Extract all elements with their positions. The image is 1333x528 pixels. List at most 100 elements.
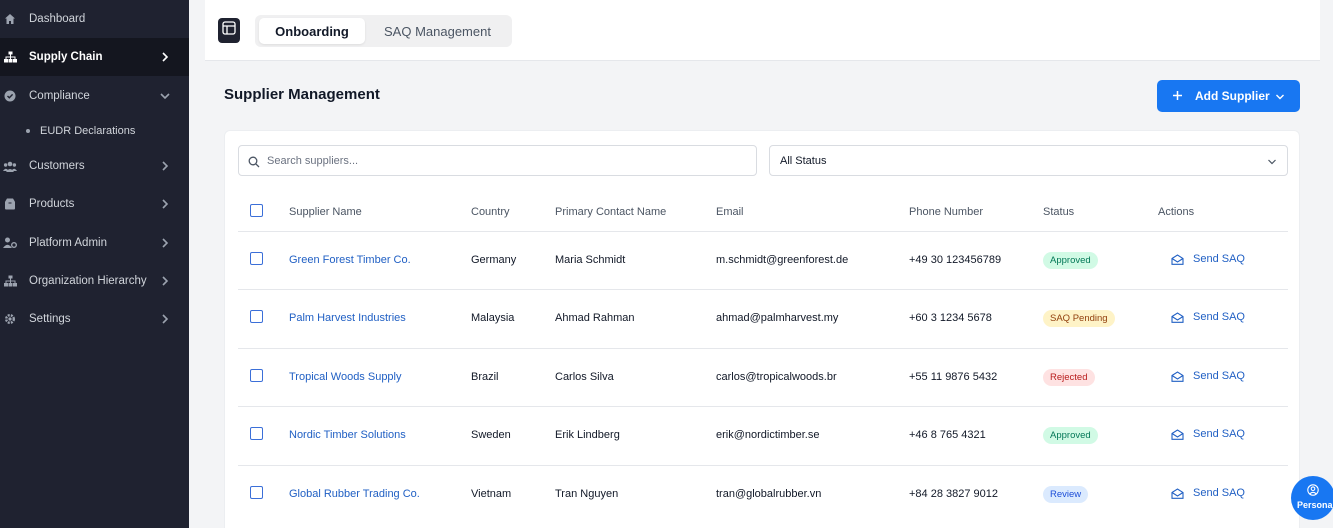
envelope-open-icon — [1171, 370, 1184, 382]
add-supplier-button[interactable]: Add Supplier — [1157, 80, 1300, 112]
chevron-right-icon — [160, 199, 170, 209]
sidebar-item-label: Customers — [29, 160, 85, 172]
row-divider — [238, 231, 1288, 232]
phone-cell: +46 8 765 4321 — [909, 429, 986, 441]
phone-cell: +60 3 1234 5678 — [909, 312, 992, 324]
sidebar-item-label: Dashboard — [29, 13, 86, 25]
sidebar-item-label: Compliance — [29, 90, 90, 102]
chevron-right-icon — [160, 238, 170, 248]
send-saq-label: Send SAQ — [1193, 487, 1245, 499]
sidebar-item-organization-hierarchy[interactable]: Organization Hierarchy — [0, 262, 189, 300]
phone-cell: +84 28 3827 9012 — [909, 488, 999, 500]
status-filter-value: All Status — [780, 155, 827, 167]
row-divider — [238, 289, 1288, 290]
status-badge: Approved — [1043, 252, 1098, 269]
chevron-right-icon — [160, 52, 170, 62]
home-icon — [3, 12, 17, 26]
email-cell: ahmad@palmharvest.my — [716, 312, 839, 324]
chevron-down-icon — [1267, 157, 1277, 167]
add-supplier-label: Add Supplier — [1195, 89, 1270, 103]
column-header-primary-contact[interactable]: Primary Contact Name — [555, 206, 666, 218]
send-saq-button[interactable]: Send SAQ — [1171, 370, 1245, 382]
email-cell: erik@nordictimber.se — [716, 429, 820, 441]
supplier-table-card: All Status Supplier Name Country Primary… — [224, 130, 1300, 528]
top-bar: Onboarding SAQ Management — [205, 0, 1320, 61]
country-cell: Malaysia — [471, 312, 515, 324]
send-saq-button[interactable]: Send SAQ — [1171, 253, 1245, 265]
persona-label: Persona — [1297, 500, 1333, 510]
search-box — [238, 145, 757, 176]
sidebar-item-dashboard[interactable]: Dashboard — [0, 0, 189, 38]
user-cog-icon — [3, 236, 17, 250]
tab-saq-management[interactable]: SAQ Management — [369, 18, 506, 44]
row-checkbox[interactable] — [250, 252, 263, 265]
sidebar-subitem-eudr-declarations[interactable]: EUDR Declarations — [0, 119, 189, 143]
supplier-name-link[interactable]: Tropical Woods Supply — [289, 371, 402, 383]
row-checkbox[interactable] — [250, 369, 263, 382]
layout-icon — [222, 21, 236, 40]
phone-cell: +55 11 9876 5432 — [909, 371, 998, 383]
status-badge: Review — [1043, 486, 1089, 503]
sidebar-item-supply-chain[interactable]: Supply Chain — [0, 38, 189, 76]
country-cell: Sweden — [471, 429, 511, 441]
sidebar-item-label: Supply Chain — [29, 51, 103, 63]
send-saq-button[interactable]: Send SAQ — [1171, 428, 1245, 440]
supplier-name-link[interactable]: Global Rubber Trading Co. — [289, 488, 420, 500]
envelope-open-icon — [1171, 428, 1184, 440]
contact-cell: Erik Lindberg — [555, 429, 620, 441]
sidebar-item-label: Products — [29, 198, 75, 210]
sidebar-item-label: Platform Admin — [29, 237, 107, 249]
send-saq-label: Send SAQ — [1193, 253, 1245, 265]
users-icon — [3, 159, 17, 173]
sidebar-item-customers[interactable]: Customers — [0, 147, 189, 185]
phone-cell: +49 30 123456789 — [909, 254, 1002, 266]
bullet-dot — [26, 129, 30, 133]
send-saq-label: Send SAQ — [1193, 370, 1245, 382]
tab-onboarding[interactable]: Onboarding — [259, 18, 365, 44]
row-checkbox[interactable] — [250, 486, 263, 499]
send-saq-button[interactable]: Send SAQ — [1171, 487, 1245, 499]
row-checkbox[interactable] — [250, 427, 263, 440]
chevron-right-icon — [160, 314, 170, 324]
send-saq-button[interactable]: Send SAQ — [1171, 311, 1245, 323]
search-icon — [248, 155, 260, 168]
row-divider — [238, 465, 1288, 466]
contact-cell: Tran Nguyen — [555, 488, 619, 500]
plus-icon — [1171, 89, 1184, 102]
supplier-name-link[interactable]: Nordic Timber Solutions — [289, 429, 406, 441]
column-header-supplier-name[interactable]: Supplier Name — [289, 206, 362, 218]
row-divider — [238, 348, 1288, 349]
sidebar-item-compliance[interactable]: Compliance — [0, 77, 189, 115]
sidebar-item-platform-admin[interactable]: Platform Admin — [0, 224, 189, 262]
persona-button[interactable]: Persona — [1291, 476, 1333, 520]
layout-toggle-button[interactable] — [218, 18, 240, 43]
email-cell: m.schmidt@greenforest.de — [716, 254, 849, 266]
user-circle-icon — [1307, 484, 1319, 496]
supplier-name-link[interactable]: Green Forest Timber Co. — [289, 254, 411, 266]
contact-cell: Maria Schmidt — [555, 254, 626, 266]
select-all-checkbox[interactable] — [250, 204, 263, 217]
contact-cell: Carlos Silva — [555, 371, 614, 383]
country-cell: Brazil — [471, 371, 499, 383]
chevron-down-icon — [160, 91, 170, 101]
column-header-status[interactable]: Status — [1043, 206, 1074, 218]
column-header-actions: Actions — [1158, 206, 1195, 218]
status-badge: SAQ Pending — [1043, 310, 1115, 327]
sidebar-item-products[interactable]: Products — [0, 185, 189, 223]
send-saq-label: Send SAQ — [1193, 428, 1245, 440]
country-cell: Vietnam — [471, 488, 512, 500]
column-header-email[interactable]: Email — [716, 206, 744, 218]
sidebar-item-settings[interactable]: Settings — [0, 300, 189, 338]
sidebar-item-label: Organization Hierarchy — [29, 275, 147, 287]
box-icon — [3, 197, 17, 211]
column-header-country[interactable]: Country — [471, 206, 510, 218]
column-header-phone[interactable]: Phone Number — [909, 206, 983, 218]
email-cell: tran@globalrubber.vn — [716, 488, 822, 500]
country-cell: Germany — [471, 254, 517, 266]
envelope-open-icon — [1171, 311, 1184, 323]
sidebar-item-label: EUDR Declarations — [40, 125, 136, 137]
row-checkbox[interactable] — [250, 310, 263, 323]
status-filter-select[interactable]: All Status — [769, 145, 1288, 176]
supplier-name-link[interactable]: Palm Harvest Industries — [289, 312, 406, 324]
search-input[interactable] — [267, 151, 747, 171]
